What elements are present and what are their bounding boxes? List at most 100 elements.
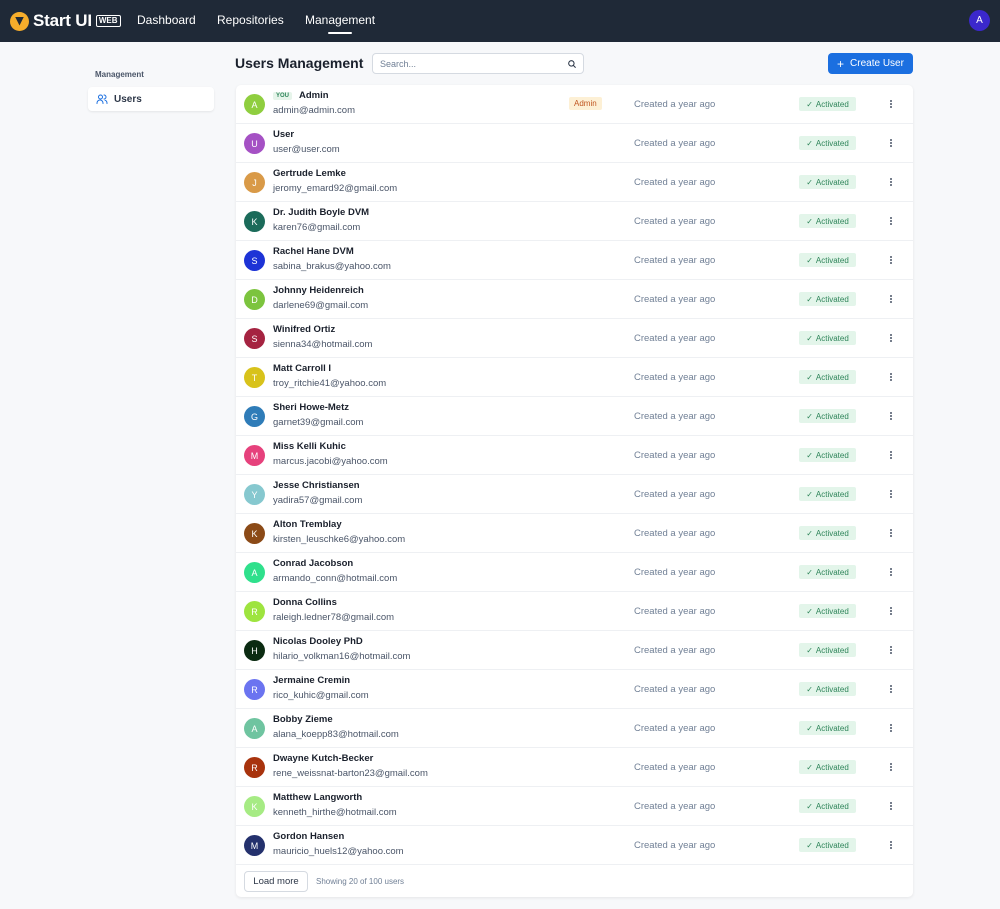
status-badge: ✓ Activated bbox=[799, 253, 856, 267]
row-actions-menu-icon[interactable] bbox=[884, 369, 898, 385]
user-name: Matthew Langworth bbox=[273, 792, 362, 803]
row-actions-menu-icon[interactable] bbox=[884, 564, 898, 580]
created-date: Created a year ago bbox=[634, 606, 716, 617]
table-row[interactable]: K Dr. Judith Boyle DVM karen76@gmail.com Cr… bbox=[236, 202, 913, 241]
row-actions-menu-icon[interactable] bbox=[884, 720, 898, 736]
role-badge: Admin bbox=[569, 97, 602, 110]
user-email: kenneth_hirthe@hotmail.com bbox=[273, 807, 397, 818]
user-name-text: Jermaine Cremin bbox=[273, 675, 351, 686]
row-actions-menu-icon[interactable] bbox=[884, 486, 898, 502]
user-email: armando_conn@hotmail.com bbox=[273, 573, 398, 584]
avatar: K bbox=[244, 796, 265, 817]
brand-badge: WEB bbox=[95, 15, 121, 27]
create-user-button[interactable]: + Create User bbox=[828, 53, 913, 74]
avatar: K bbox=[244, 211, 265, 232]
table-row[interactable]: T Matt Carroll I troy_ritchie41@yahoo.com C… bbox=[236, 358, 913, 397]
row-actions-menu-icon[interactable] bbox=[884, 291, 898, 307]
avatar: R bbox=[244, 601, 265, 622]
table-row[interactable]: U User user@user.com Created a year ago ✓ Act… bbox=[236, 124, 913, 163]
status-label: Activated bbox=[815, 489, 849, 499]
row-actions-menu-icon[interactable] bbox=[884, 447, 898, 463]
table-row[interactable]: H Nicolas Dooley PhD hilario_volkman16@hot… bbox=[236, 631, 913, 670]
check-icon: ✓ bbox=[806, 294, 813, 304]
check-icon: ✓ bbox=[806, 840, 813, 850]
status-label: Activated bbox=[815, 372, 849, 382]
avatar: R bbox=[244, 757, 265, 778]
sidebar-item-users[interactable]: Users bbox=[88, 87, 214, 111]
table-row[interactable]: G Sheri Howe-Metz garnet39@gmail.com Create… bbox=[236, 397, 913, 436]
row-actions-menu-icon[interactable] bbox=[884, 798, 898, 814]
status-label: Activated bbox=[815, 567, 849, 577]
row-actions-menu-icon[interactable] bbox=[884, 681, 898, 697]
row-actions-menu-icon[interactable] bbox=[884, 525, 898, 541]
row-actions-menu-icon[interactable] bbox=[884, 252, 898, 268]
status-badge: ✓ Activated bbox=[799, 292, 856, 306]
row-actions-menu-icon[interactable] bbox=[884, 174, 898, 190]
search-input[interactable] bbox=[380, 57, 560, 71]
user-name-text: Winifred Ortiz bbox=[273, 324, 336, 335]
status-label: Activated bbox=[815, 840, 849, 850]
row-actions-menu-icon[interactable] bbox=[884, 330, 898, 346]
users-icon bbox=[96, 94, 108, 104]
table-row[interactable]: S Winifred Ortiz sienna34@hotmail.com Creat… bbox=[236, 319, 913, 358]
user-name: User bbox=[273, 129, 294, 140]
brand-logo[interactable]: Start UI WEB bbox=[10, 11, 121, 31]
load-more-button[interactable]: Load more bbox=[244, 871, 308, 892]
created-date: Created a year ago bbox=[634, 762, 716, 773]
nav-repositories[interactable]: Repositories bbox=[217, 13, 284, 27]
user-email: garnet39@gmail.com bbox=[273, 417, 364, 428]
check-icon: ✓ bbox=[806, 489, 813, 499]
table-row[interactable]: R Donna Collins raleigh.ledner78@gmail.com… bbox=[236, 592, 913, 631]
row-actions-menu-icon[interactable] bbox=[884, 408, 898, 424]
status-label: Activated bbox=[815, 528, 849, 538]
status-label: Activated bbox=[815, 216, 849, 226]
created-date: Created a year ago bbox=[634, 99, 716, 110]
user-name-text: Miss Kelli Kuhic bbox=[273, 441, 346, 452]
table-row[interactable]: M Miss Kelli Kuhic marcus.jacobi@yahoo.com… bbox=[236, 436, 913, 475]
check-icon: ✓ bbox=[806, 762, 813, 772]
user-name: Nicolas Dooley PhD bbox=[273, 636, 363, 647]
row-actions-menu-icon[interactable] bbox=[884, 96, 898, 112]
user-name-text: Dwayne Kutch-Becker bbox=[273, 753, 374, 764]
search-icon[interactable] bbox=[567, 59, 577, 69]
user-name: Alton Tremblay bbox=[273, 519, 342, 530]
status-label: Activated bbox=[815, 450, 849, 460]
row-actions-menu-icon[interactable] bbox=[884, 837, 898, 853]
user-email: darlene69@gmail.com bbox=[273, 300, 369, 311]
table-row[interactable]: K Matthew Langworth kenneth_hirthe@hotmail… bbox=[236, 787, 913, 826]
status-label: Activated bbox=[815, 138, 849, 148]
status-label: Activated bbox=[815, 645, 849, 655]
nav-management[interactable]: Management bbox=[305, 13, 375, 34]
status-label: Activated bbox=[815, 294, 849, 304]
user-email: sienna34@hotmail.com bbox=[273, 339, 373, 350]
avatar: R bbox=[244, 679, 265, 700]
table-row[interactable]: Y Jesse Christiansen yadira57@gmail.com Cre… bbox=[236, 475, 913, 514]
created-date: Created a year ago bbox=[634, 450, 716, 461]
nav-dashboard[interactable]: Dashboard bbox=[137, 13, 196, 27]
table-row[interactable]: M Gordon Hansen mauricio_huels12@yahoo.com… bbox=[236, 826, 913, 865]
table-row[interactable]: K Alton Tremblay kirsten_leuschke6@yahoo.c… bbox=[236, 514, 913, 553]
table-row[interactable]: J Gertrude Lemke jeromy_emard92@gmail.com C… bbox=[236, 163, 913, 202]
top-navbar: Start UI WEB Dashboard Repositories Mana… bbox=[0, 0, 1000, 42]
row-actions-menu-icon[interactable] bbox=[884, 759, 898, 775]
row-actions-menu-icon[interactable] bbox=[884, 213, 898, 229]
created-date: Created a year ago bbox=[634, 294, 716, 305]
table-row[interactable]: A Bobby Zieme alana_koepp83@hotmail.com Cre… bbox=[236, 709, 913, 748]
row-actions-menu-icon[interactable] bbox=[884, 135, 898, 151]
user-name-text: Conrad Jacobson bbox=[273, 558, 354, 569]
account-avatar-button[interactable]: A bbox=[969, 10, 990, 31]
table-row[interactable]: D Johnny Heidenreich darlene69@gmail.com Cr… bbox=[236, 280, 913, 319]
status-badge: ✓ Activated bbox=[799, 721, 856, 735]
avatar: A bbox=[244, 94, 265, 115]
status-label: Activated bbox=[815, 684, 849, 694]
table-row[interactable]: R Jermaine Cremin rico_kuhic@gmail.com Crea… bbox=[236, 670, 913, 709]
created-date: Created a year ago bbox=[634, 411, 716, 422]
row-actions-menu-icon[interactable] bbox=[884, 642, 898, 658]
user-name: Donna Collins bbox=[273, 597, 337, 608]
table-row[interactable]: A Conrad Jacobson armando_conn@hotmail.com… bbox=[236, 553, 913, 592]
row-actions-menu-icon[interactable] bbox=[884, 603, 898, 619]
table-row[interactable]: S Rachel Hane DVM sabina_brakus@yahoo.com C… bbox=[236, 241, 913, 280]
table-row[interactable]: R Dwayne Kutch-Becker rene_weissnat-barton… bbox=[236, 748, 913, 787]
table-row[interactable]: A YOU Admin admin@admin.com Admin Created a y… bbox=[236, 85, 913, 124]
created-date: Created a year ago bbox=[634, 801, 716, 812]
